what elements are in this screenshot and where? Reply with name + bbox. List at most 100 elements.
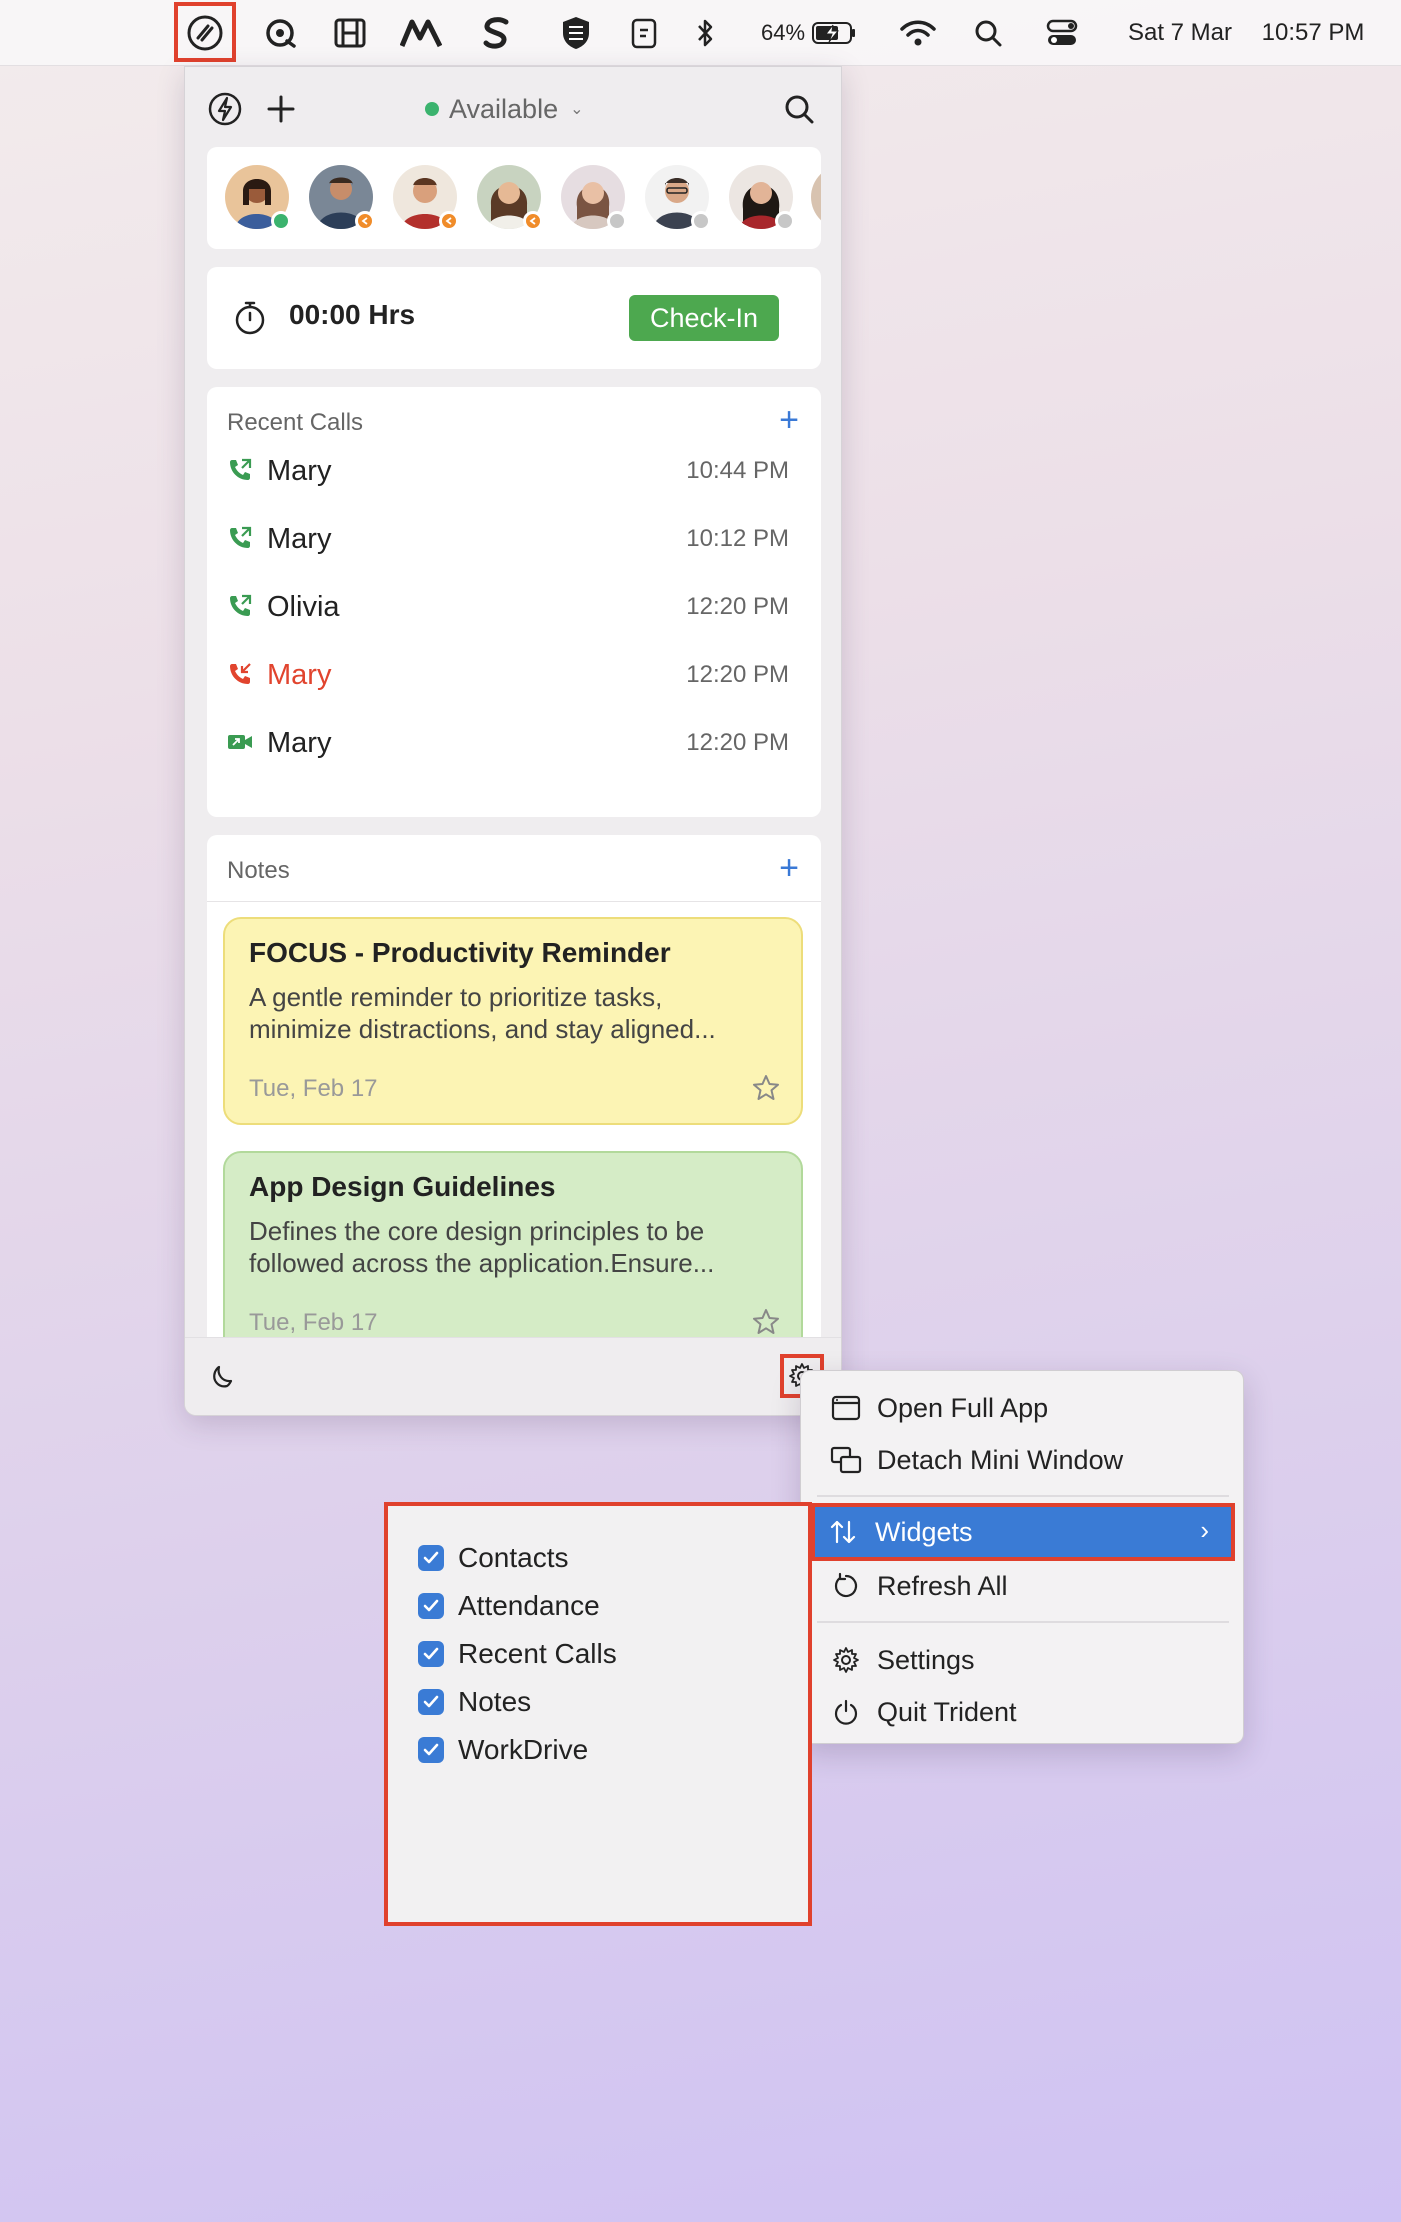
checkbox-checked[interactable] [418, 1545, 444, 1571]
notes-widget: Notes + FOCUS - Productivity Reminder A … [207, 835, 821, 1415]
presence-offline-indicator [691, 211, 711, 231]
call-row[interactable]: Mary 10:44 PM [227, 437, 801, 505]
call-time: 12:20 PM [686, 661, 789, 688]
status-dot [425, 102, 439, 116]
notes-title: Notes [227, 857, 290, 884]
note-date: Tue, Feb 17 [249, 1075, 378, 1102]
call-row[interactable]: Olivia 12:20 PM [227, 573, 801, 641]
wifi-icon[interactable] [896, 0, 940, 66]
search-icon[interactable] [779, 89, 819, 129]
sort-arrows-icon [827, 1515, 861, 1549]
menu-item-refresh-all[interactable]: Refresh All [817, 1561, 1229, 1611]
menu-item-settings[interactable]: Settings [817, 1635, 1229, 1685]
checkbox-checked[interactable] [418, 1737, 444, 1763]
call-time: 12:20 PM [686, 593, 789, 620]
contact-avatar[interactable] [225, 165, 291, 231]
widget-toggle-notes[interactable]: Notes [418, 1682, 531, 1722]
contacts-widget [207, 147, 821, 249]
widget-toggle-contacts[interactable]: Contacts [418, 1538, 569, 1578]
menu-item-detach-mini-window[interactable]: Detach Mini Window [817, 1435, 1229, 1485]
outgoing-call-icon [230, 594, 252, 616]
note-card[interactable]: App Design Guidelines Defines the core d… [223, 1151, 803, 1359]
presence-away-indicator [439, 211, 459, 231]
call-row[interactable]: Mary 10:12 PM [227, 505, 801, 573]
checkbox-checked[interactable] [418, 1689, 444, 1715]
chevron-right-icon: › [1200, 1515, 1209, 1545]
menu-item-label: Refresh All [877, 1570, 1008, 1601]
call-contact-name: Mary [267, 659, 332, 691]
contact-avatar[interactable] [477, 165, 543, 231]
menu-item-widgets[interactable]: Widgets › [811, 1503, 1235, 1561]
widget-label: Notes [458, 1686, 532, 1717]
call-contact-name: Mary [267, 523, 332, 555]
call-time: 12:20 PM [686, 729, 789, 756]
check-in-button[interactable]: Check-In [629, 295, 779, 341]
checkbox-checked[interactable] [418, 1593, 444, 1619]
call-time: 10:12 PM [686, 525, 789, 552]
widget-toggle-recent-calls[interactable]: Recent Calls [418, 1634, 617, 1674]
film-icon[interactable] [330, 0, 370, 66]
status-label: Available [449, 93, 559, 124]
star-icon[interactable] [751, 1073, 781, 1103]
widget-label: Attendance [458, 1590, 600, 1621]
clipboard-icon[interactable] [626, 0, 662, 66]
call-contact-name: Mary [267, 727, 332, 759]
call-row[interactable]: Mary 12:20 PM [227, 641, 801, 709]
menubar-date[interactable]: Sat 7 Mar [1118, 0, 1242, 66]
control-center-icon[interactable] [1040, 0, 1084, 66]
call-time: 10:44 PM [686, 457, 789, 484]
call-row[interactable]: Mary 12:20 PM [227, 709, 801, 777]
divider [207, 901, 821, 902]
contact-avatar[interactable] [645, 165, 711, 231]
recent-calls-title: Recent Calls [227, 409, 364, 436]
menu-item-label: Settings [877, 1644, 975, 1675]
note-body-line: A gentle reminder to prioritize tasks, [249, 982, 663, 1012]
menu-item-quit[interactable]: Quit Trident [817, 1687, 1229, 1737]
add-call-button[interactable]: + [779, 403, 799, 437]
menu-item-label: Widgets [875, 1516, 973, 1547]
menubar-time[interactable]: 10:57 PM [1252, 0, 1374, 66]
battery-percent: 64% [760, 20, 806, 45]
star-icon[interactable] [751, 1307, 781, 1337]
zoho-icon[interactable] [258, 0, 304, 66]
mountain-logo-icon[interactable] [398, 0, 444, 66]
add-note-button[interactable]: + [779, 851, 799, 885]
attendance-widget: 00:00 Hrs Check-In [207, 267, 821, 369]
trident-mini-window: Available ⌄ 00:00 Hrs Check-In Recent Ca… [184, 66, 842, 1416]
status-selector[interactable]: Available ⌄ [425, 91, 584, 127]
chevron-down-icon: ⌄ [570, 101, 584, 118]
bluetooth-icon[interactable] [690, 0, 720, 66]
menu-item-open-full-app[interactable]: Open Full App [817, 1383, 1229, 1433]
presence-offline-indicator [607, 211, 627, 231]
note-body-line: minimize distractions, and stay aligned.… [249, 1014, 716, 1044]
contact-avatar[interactable] [729, 165, 795, 231]
quick-action-icon[interactable] [205, 89, 245, 129]
contact-avatar[interactable] [309, 165, 375, 231]
note-body: Defines the core design principles to be… [249, 1215, 777, 1279]
contact-avatar[interactable] [393, 165, 459, 231]
note-title: App Design Guidelines [249, 1171, 556, 1202]
presence-away-indicator [523, 211, 543, 231]
checkbox-checked[interactable] [418, 1641, 444, 1667]
video-call-icon [228, 735, 252, 749]
spotlight-search-icon[interactable] [968, 0, 1008, 66]
s-logo-icon[interactable] [478, 0, 514, 66]
dark-mode-moon-icon[interactable] [207, 1362, 237, 1392]
contact-avatar[interactable] [811, 165, 821, 229]
contact-avatar[interactable] [561, 165, 627, 231]
widgets-submenu: Contacts Attendance Recent Calls Notes W… [384, 1502, 812, 1926]
battery-icon[interactable]: 64% [752, 0, 866, 66]
widget-toggle-workdrive[interactable]: WorkDrive [418, 1730, 588, 1770]
widget-toggle-attendance[interactable]: Attendance [418, 1586, 600, 1626]
presence-away-indicator [355, 211, 375, 231]
note-card[interactable]: FOCUS - Productivity Reminder A gentle r… [223, 917, 803, 1125]
shield-icon[interactable] [556, 0, 596, 66]
widget-label: Contacts [458, 1542, 569, 1573]
panel-top-bar: Available ⌄ [185, 67, 841, 151]
add-icon[interactable] [261, 89, 301, 129]
presence-online-indicator [271, 211, 291, 231]
presence-offline-indicator [775, 211, 795, 231]
recent-calls-widget: Recent Calls + Mary 10:44 PM Mary 10:12 … [207, 387, 821, 817]
call-contact-name: Olivia [267, 591, 340, 623]
menu-item-label: Quit Trident [877, 1696, 1017, 1727]
